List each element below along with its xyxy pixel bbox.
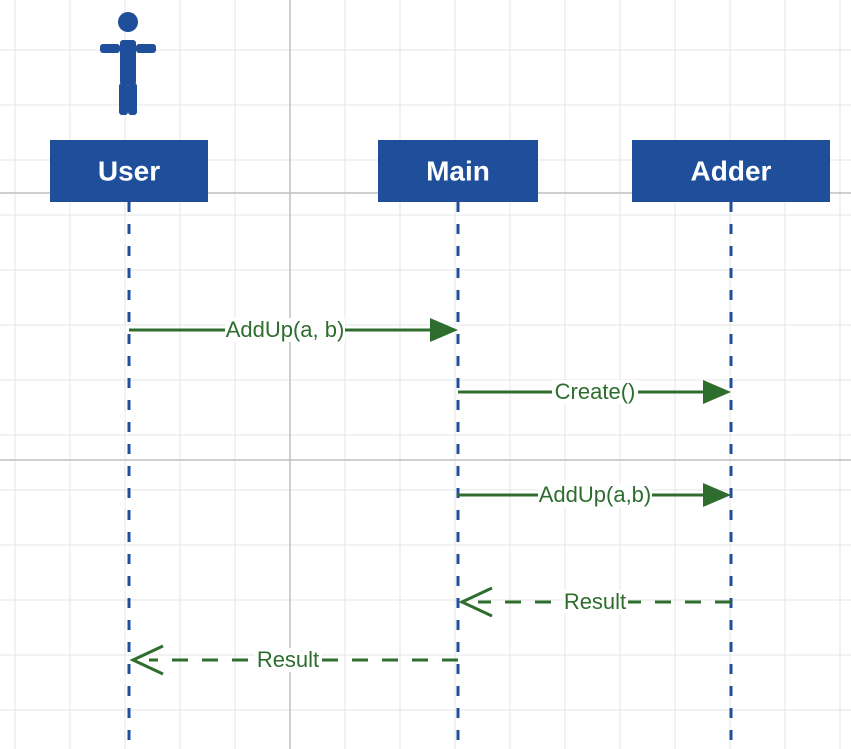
participant-main: Main: [378, 140, 538, 202]
participant-adder-label: Adder: [691, 155, 772, 186]
message-label: Result: [564, 589, 626, 614]
participant-main-label: Main: [426, 155, 490, 186]
message-result-main-user: Result: [133, 646, 458, 674]
participant-adder: Adder: [632, 140, 830, 202]
message-label: AddUp(a,b): [539, 482, 652, 507]
message-label: Result: [257, 647, 319, 672]
participant-user: User: [50, 140, 208, 202]
message-addup-user-main: AddUp(a, b): [129, 317, 458, 342]
actor-icon: [100, 12, 156, 115]
message-addup-main-adder: AddUp(a,b): [458, 482, 731, 507]
message-label: Create(): [555, 379, 636, 404]
message-create-main-adder: Create(): [458, 379, 731, 404]
sequence-diagram: User Main Adder AddUp(a, b) Create() Add…: [0, 0, 851, 749]
participant-user-label: User: [98, 155, 160, 186]
message-label: AddUp(a, b): [226, 317, 345, 342]
message-result-adder-main: Result: [462, 588, 731, 616]
